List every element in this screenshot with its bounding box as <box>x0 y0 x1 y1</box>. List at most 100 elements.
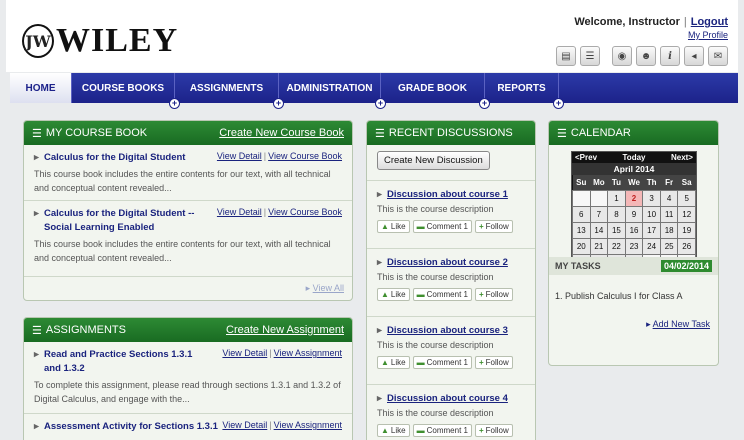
calendar-day[interactable]: 14 <box>589 221 609 239</box>
nav-reports[interactable]: REPORTS + <box>485 73 564 109</box>
calendar-day[interactable]: 12 <box>677 205 696 223</box>
weekday-header: Sa <box>677 175 696 190</box>
discussion-title[interactable]: Discussion about course 3 <box>377 325 525 336</box>
calendar-day[interactable]: 19 <box>677 221 696 239</box>
calendar-day[interactable]: 5 <box>677 189 696 207</box>
discussion-title[interactable]: Discussion about course 1 <box>377 189 525 200</box>
logout-link[interactable]: Logout <box>691 16 728 28</box>
course-book-item: Calculus for the Digital Student -- Soci… <box>24 201 352 277</box>
calendar-day[interactable]: 18 <box>659 221 679 239</box>
nav-grade-book[interactable]: GRADE BOOK + <box>381 73 490 109</box>
calendar-day[interactable]: 4 <box>659 189 679 207</box>
create-course-book-link[interactable]: Create New Course Book <box>219 127 344 139</box>
like-button[interactable]: ▲ Like <box>377 288 410 301</box>
calendar-day[interactable]: 6 <box>572 205 591 223</box>
nav-course-books[interactable]: COURSE BOOKS + <box>72 73 180 109</box>
calendar-widget: <Prev Today Next> April 2014 Su Mo Tu We Th F… <box>571 151 697 272</box>
item-links: View Detail | View Course Book <box>216 151 342 161</box>
calendar-title: CALENDAR <box>570 127 631 139</box>
calendar-day[interactable]: 11 <box>659 205 679 223</box>
today-link[interactable]: Today <box>623 153 646 162</box>
assignment-item-title[interactable]: Assessment Activity for Sections 1.3.1 <box>34 420 219 434</box>
calendar-day[interactable]: 20 <box>572 237 591 255</box>
calendar-day[interactable]: 10 <box>642 205 661 223</box>
my-profile-link[interactable]: My Profile <box>688 30 728 40</box>
calendar-day[interactable]: 15 <box>607 221 626 239</box>
view-assignment-link[interactable]: View Assignment <box>274 420 342 430</box>
comment-button[interactable]: ▬ Comment 1 <box>412 288 472 301</box>
calendar-panel: ☰ CALENDAR <Prev Today Next> April 2014 … <box>548 120 719 366</box>
calendar-day[interactable]: 23 <box>624 237 644 255</box>
like-button[interactable]: ▲ Like <box>377 220 410 233</box>
prev-month-link[interactable]: <Prev <box>575 153 597 162</box>
list-icon: ☰ <box>375 127 385 140</box>
expand-icon[interactable]: + <box>553 98 564 109</box>
group-icon[interactable]: ☻ <box>636 46 656 66</box>
mail-icon[interactable]: ✉ <box>708 46 728 66</box>
course-book-item-title[interactable]: Calculus for the Digital Student <box>34 151 214 165</box>
discussions-header: ☰ RECENT DISCUSSIONS <box>367 121 535 145</box>
view-course-book-link[interactable]: View Course Book <box>268 207 342 217</box>
chat-icon[interactable]: ◉ <box>612 46 632 66</box>
view-detail-link[interactable]: View Detail <box>217 151 262 161</box>
document-icon[interactable]: ☰ <box>580 46 600 66</box>
calendar-day[interactable]: 21 <box>589 237 609 255</box>
follow-button[interactable]: + Follow <box>474 220 513 233</box>
comment-button[interactable]: ▬ Comment 1 <box>412 424 472 437</box>
calendar-day[interactable]: 24 <box>642 237 661 255</box>
view-assignment-link[interactable]: View Assignment <box>274 348 342 358</box>
nav-home[interactable]: HOME <box>10 73 72 103</box>
tasks-title: MY TASKS <box>555 261 601 271</box>
like-button[interactable]: ▲ Like <box>377 424 410 437</box>
calendar-day[interactable]: 1 <box>607 189 626 207</box>
calendar-day[interactable]: 2 <box>624 189 644 207</box>
nav-assignments[interactable]: ASSIGNMENTS + <box>175 73 284 109</box>
comment-button[interactable]: ▬ Comment 1 <box>412 220 472 233</box>
expand-icon[interactable]: + <box>169 98 180 109</box>
weekday-header: Th <box>642 175 661 190</box>
calendar-day[interactable]: 9 <box>624 205 644 223</box>
calendar-day[interactable]: 7 <box>589 205 609 223</box>
welcome-area: Welcome, Instructor | Logout <box>574 16 728 28</box>
calendar-day[interactable]: 3 <box>642 189 661 207</box>
assignment-item-title[interactable]: Read and Practice Sections 1.3.1 and 1.3… <box>34 348 209 376</box>
info-icon[interactable]: i <box>660 46 680 66</box>
sound-icon[interactable]: ◂ <box>684 46 704 66</box>
follow-button[interactable]: + Follow <box>474 356 513 369</box>
print-icon[interactable]: ▤ <box>556 46 576 66</box>
view-course-book-link[interactable]: View Course Book <box>268 151 342 161</box>
assignments-title: ASSIGNMENTS <box>45 324 126 336</box>
calendar-day[interactable]: 16 <box>624 221 644 239</box>
calendar-day[interactable]: 26 <box>677 237 696 255</box>
expand-icon[interactable]: + <box>375 98 386 109</box>
calendar-day[interactable]: 13 <box>572 221 591 239</box>
wiley-logo[interactable]: JW WILEY <box>22 22 178 60</box>
calendar-header: ☰ CALENDAR <box>549 121 718 145</box>
next-month-link[interactable]: Next> <box>671 153 693 162</box>
like-button[interactable]: ▲ Like <box>377 356 410 369</box>
comment-button[interactable]: ▬ Comment 1 <box>412 356 472 369</box>
view-detail-link[interactable]: View Detail <box>217 207 262 217</box>
discussion-actions: ▲ Like ▬ Comment 1 + Follow <box>377 356 525 369</box>
nav-administration[interactable]: ADMINISTRATION + <box>279 73 386 109</box>
discussion-title[interactable]: Discussion about course 2 <box>377 257 525 268</box>
task-item[interactable]: 1. Publish Calculus I for Class A <box>555 291 683 301</box>
create-discussion-button[interactable]: Create New Discussion <box>377 151 490 170</box>
expand-icon[interactable]: + <box>479 98 490 109</box>
calendar-day[interactable]: 8 <box>607 205 626 223</box>
view-detail-link[interactable]: View Detail <box>222 420 267 430</box>
discussion-title[interactable]: Discussion about course 4 <box>377 393 525 404</box>
expand-icon[interactable]: + <box>273 98 284 109</box>
follow-button[interactable]: + Follow <box>474 288 513 301</box>
calendar-day[interactable]: 25 <box>659 237 679 255</box>
add-task-link[interactable]: Add New Task <box>653 319 710 329</box>
follow-button[interactable]: + Follow <box>474 424 513 437</box>
view-all-link[interactable]: View All <box>313 283 344 293</box>
course-book-item-title[interactable]: Calculus for the Digital Student -- Soci… <box>34 207 214 235</box>
create-assignment-link[interactable]: Create New Assignment <box>226 324 344 336</box>
calendar-day[interactable]: 17 <box>642 221 661 239</box>
comment-icon: ▬ <box>416 290 425 299</box>
view-detail-link[interactable]: View Detail <box>222 348 267 358</box>
view-all-area: ▸ View All <box>305 283 344 293</box>
calendar-day[interactable]: 22 <box>607 237 626 255</box>
